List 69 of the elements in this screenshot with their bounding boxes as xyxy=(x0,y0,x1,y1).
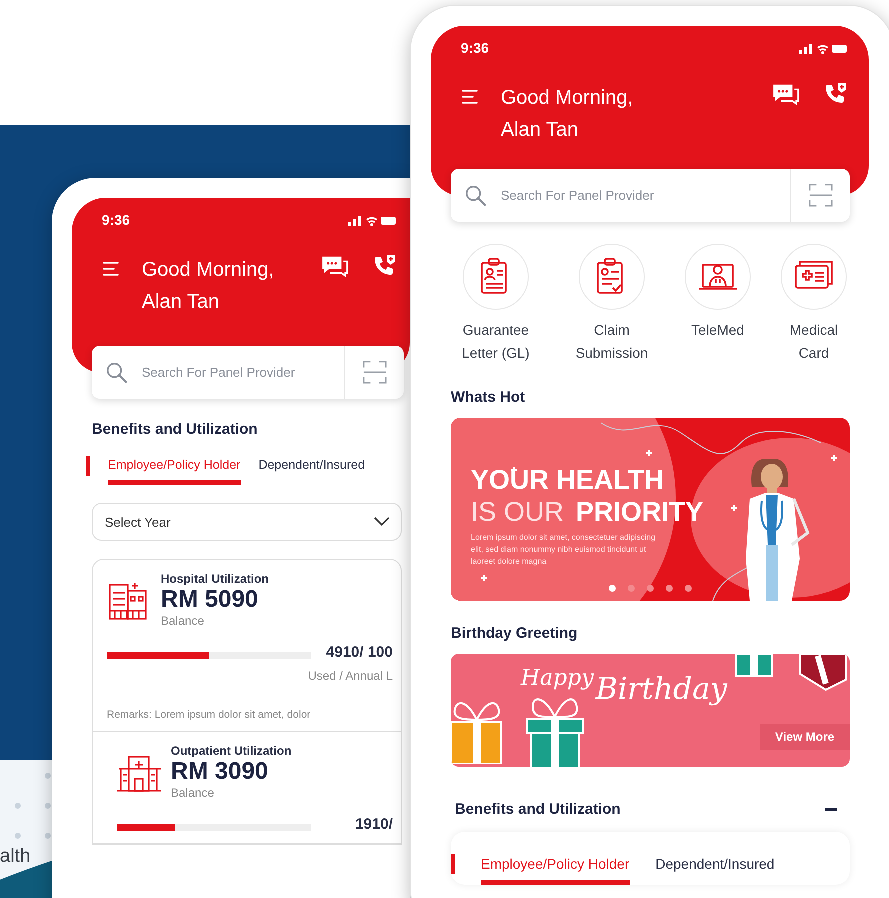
chat-icon xyxy=(771,83,801,105)
usage-label: Used / Annual L xyxy=(307,669,393,683)
year-dropdown[interactable]: Select Year xyxy=(92,503,402,541)
tab-indicator xyxy=(86,456,90,476)
section-title: Birthday Greeting xyxy=(451,625,579,642)
call-button[interactable] xyxy=(823,82,847,106)
remarks-text: Remarks: Lorem ipsum dolor sit amet, dolor xyxy=(107,709,312,721)
tab[interactable]: Dependent/Insured xyxy=(258,454,366,485)
carousel-dot[interactable] xyxy=(685,585,692,592)
utilization-title: Outpatient Utilization xyxy=(171,744,292,758)
chat-button[interactable] xyxy=(320,255,350,277)
status-time: 9:36 xyxy=(461,40,490,56)
quick-action[interactable]: Guarantee Letter (GL) xyxy=(438,244,554,365)
collapse-button[interactable] xyxy=(823,806,839,814)
menu-icon xyxy=(102,260,120,278)
greeting-text: Alan Tan xyxy=(501,118,580,143)
section-title: Whats Hot xyxy=(451,389,526,406)
usage-value: 4910/ 100 xyxy=(325,644,393,661)
search-icon xyxy=(106,362,128,384)
balance-label: Balance xyxy=(171,786,216,800)
headline-text: YOUR HEALTH xyxy=(471,464,665,496)
quick-action[interactable]: Claim Submission xyxy=(554,244,670,365)
headline-text: IS OUR xyxy=(471,496,564,528)
minus-icon xyxy=(825,808,837,812)
status-icons xyxy=(348,214,396,226)
status-time: 9:36 xyxy=(102,212,130,228)
balance-amount: RM 3090 xyxy=(171,758,270,786)
tab[interactable]: Employee/Policy Holder xyxy=(481,852,630,885)
carousel-dot[interactable] xyxy=(647,585,654,592)
section-title: Benefits and Utilization xyxy=(455,801,621,818)
usage-value: 1910/ xyxy=(354,816,393,833)
chevron-down-icon xyxy=(374,517,390,527)
carousel-dot[interactable] xyxy=(666,585,673,592)
phone-icon xyxy=(823,82,847,106)
chat-icon xyxy=(320,255,350,277)
greeting-text: Good Morning, xyxy=(501,86,634,111)
utilization-title: Hospital Utilization xyxy=(161,572,269,586)
menu-button[interactable] xyxy=(102,260,120,278)
phone-icon xyxy=(372,254,396,278)
greeting-script: Birthday xyxy=(596,672,728,707)
greeting-text: Alan Tan xyxy=(142,290,220,315)
banner-body-text: Lorem ipsum dolor sit amet, consectetuer adipiscing elit, sed diam nonummy nibh euismod tincidunt ut laoreet dolore magna xyxy=(471,532,657,568)
menu-icon xyxy=(461,88,479,106)
chat-button[interactable] xyxy=(771,83,801,105)
call-button[interactable] xyxy=(372,254,396,278)
quick-action-label: Guarantee Letter (GL) xyxy=(461,321,531,363)
menu-button[interactable] xyxy=(461,88,479,106)
quick-action-label: TeleMed xyxy=(690,321,746,340)
scan-icon xyxy=(362,360,386,384)
greeting-text: Good Morning, xyxy=(142,258,276,283)
quick-action[interactable]: TeleMed xyxy=(670,244,766,365)
tab-indicator xyxy=(451,854,455,874)
background-text: alth xyxy=(0,846,31,868)
tab[interactable]: Employee/Policy Holder xyxy=(108,454,241,485)
scan-icon xyxy=(808,184,832,208)
view-more-button[interactable]: View More xyxy=(760,724,850,750)
search-field[interactable]: Search For Panel Provider xyxy=(140,364,344,381)
quick-action[interactable]: Medical Card xyxy=(766,244,862,365)
quick-action-label: Medical Card xyxy=(788,321,840,363)
greeting-script: Happy xyxy=(521,666,594,691)
search-field[interactable]: Search For Panel Provider xyxy=(499,187,790,204)
balance-label: Balance xyxy=(161,614,206,628)
status-icons xyxy=(799,42,847,54)
headline-text: PRIORITY xyxy=(576,496,704,528)
tab[interactable]: Dependent/Insured xyxy=(656,852,775,885)
balance-amount: RM 5090 xyxy=(161,586,260,614)
search-icon xyxy=(465,184,487,206)
section-title: Benefits and Utilization xyxy=(92,421,259,438)
quick-action-label: Claim Submission xyxy=(574,321,650,363)
